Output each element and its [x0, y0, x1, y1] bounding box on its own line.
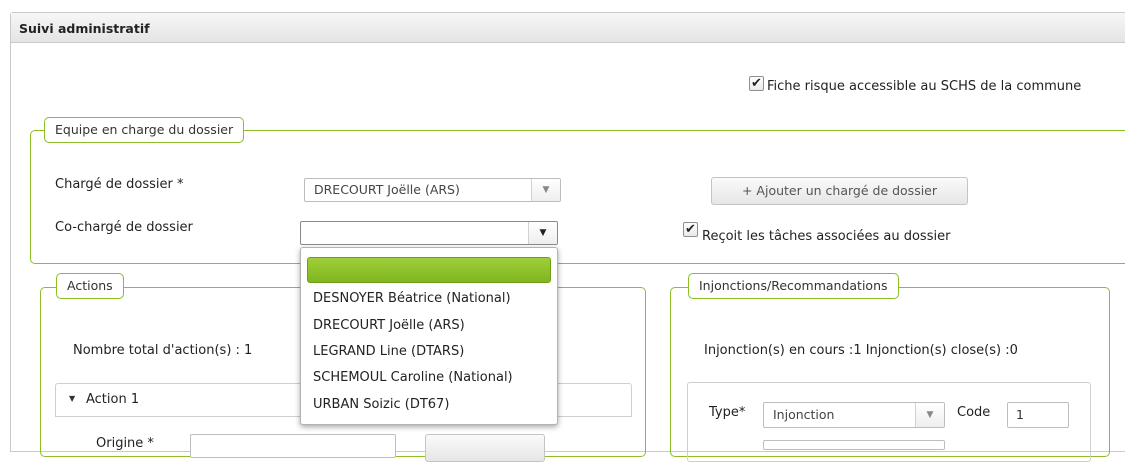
cocharge-select[interactable]: ▼	[300, 221, 558, 245]
dropdown-option[interactable]: DESNOYER Béatrice (National)	[313, 291, 511, 306]
dropdown-option[interactable]: LEGRAND Line (DTARS)	[313, 344, 464, 359]
chevron-down-icon: ▼	[531, 179, 560, 201]
recoit-taches-checkbox[interactable]: ✔	[683, 222, 698, 237]
cocharge-dropdown-list: DESNOYER Béatrice (National) DRECOURT Jo…	[300, 247, 558, 425]
panel-title: Suivi administratif	[19, 21, 150, 36]
dropdown-option[interactable]: SCHEMOUL Caroline (National)	[313, 370, 513, 385]
dropdown-option[interactable]: URBAN Soizic (DT67)	[313, 397, 449, 412]
type-select[interactable]: Injonction ▼	[763, 402, 945, 428]
dropdown-option[interactable]: DRECOURT Joëlle (ARS)	[313, 318, 465, 333]
charge-select[interactable]: DRECOURT Joëlle (ARS) ▼	[304, 178, 561, 202]
fiche-risque-label: Fiche risque accessible au SCHS de la co…	[767, 79, 1082, 94]
equipe-legend: Equipe en charge du dossier	[44, 117, 245, 143]
cocharge-label: Co-chargé de dossier	[55, 220, 193, 235]
check-icon: ✔	[685, 222, 696, 237]
secondary-select[interactable]	[763, 440, 945, 450]
actions-legend: Actions	[56, 273, 124, 299]
code-input[interactable]: 1	[1007, 402, 1069, 428]
fiche-risque-checkbox[interactable]: ✔	[749, 76, 764, 91]
panel-header	[11, 13, 1125, 43]
chevron-down-icon: ▼	[915, 403, 944, 427]
action-1-label: Action 1	[86, 392, 140, 407]
charge-select-value: DRECOURT Joëlle (ARS)	[314, 182, 460, 197]
type-select-value: Injonction	[773, 407, 835, 422]
origine-side-button[interactable]	[425, 434, 545, 462]
check-icon: ✔	[751, 76, 762, 91]
add-charge-button[interactable]: + Ajouter un chargé de dossier	[711, 177, 968, 205]
origine-select[interactable]	[190, 434, 396, 458]
type-label: Type*	[709, 405, 746, 420]
injonctions-summary: Injonction(s) en cours :1 Injonction(s) …	[704, 343, 1018, 358]
charge-label: Chargé de dossier *	[55, 177, 184, 192]
code-label: Code	[957, 405, 991, 420]
dropdown-option-empty[interactable]	[307, 257, 551, 283]
triangle-down-icon: ▼	[69, 394, 76, 403]
recoit-taches-label: Reçoit les tâches associées au dossier	[702, 229, 951, 244]
chevron-down-icon: ▼	[528, 222, 557, 244]
injonctions-legend: Injonctions/Recommandations	[688, 273, 899, 299]
actions-total-label: Nombre total d'action(s) : 1	[73, 343, 253, 358]
